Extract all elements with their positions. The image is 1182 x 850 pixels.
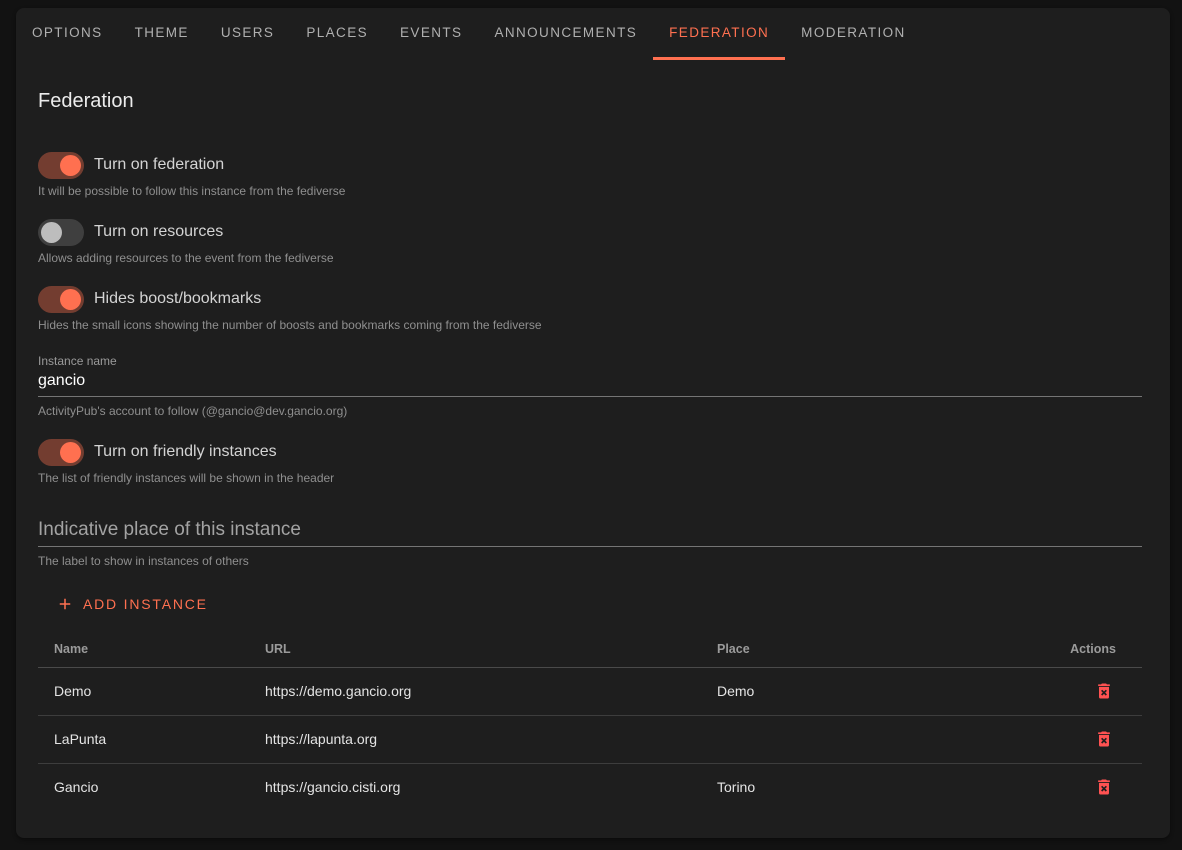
table-header-row: Name URL Place Actions bbox=[38, 632, 1142, 667]
instance-place-cell: Demo bbox=[701, 667, 991, 715]
instance-name-label: Instance name bbox=[38, 354, 1142, 368]
instance-place-field: The label to show in instances of others bbox=[38, 519, 1142, 568]
friendly-instances-toggle-knob bbox=[60, 442, 81, 463]
trash-delete-forever-icon bbox=[1094, 681, 1114, 701]
instance-name-field: Instance name ActivityPub's account to f… bbox=[38, 354, 1142, 418]
instance-name-hint: ActivityPub's account to follow (@gancio… bbox=[38, 405, 1142, 418]
plus-icon bbox=[56, 595, 74, 613]
column-header-place: Place bbox=[701, 632, 991, 667]
instance-row: Gancio https://gancio.cisti.org Torino bbox=[38, 763, 1142, 811]
friendly-instances-toggle-label: Turn on friendly instances bbox=[94, 443, 277, 461]
tab-moderation[interactable]: MODERATION bbox=[785, 8, 922, 60]
column-header-actions: Actions bbox=[991, 632, 1142, 667]
tab-announcements[interactable]: ANNOUNCEMENTS bbox=[478, 8, 653, 60]
instance-row: LaPunta https://lapunta.org bbox=[38, 715, 1142, 763]
delete-instance-button[interactable] bbox=[1092, 775, 1116, 799]
hide-boost-toggle[interactable] bbox=[38, 286, 84, 313]
tab-options[interactable]: OPTIONS bbox=[16, 8, 119, 60]
friendly-instances-toggle[interactable] bbox=[38, 439, 84, 466]
instance-url-cell: https://demo.gancio.org bbox=[249, 667, 701, 715]
instance-place-cell bbox=[701, 715, 991, 763]
federation-toggle[interactable] bbox=[38, 152, 84, 179]
tab-places[interactable]: PLACES bbox=[290, 8, 384, 60]
instance-place-cell: Torino bbox=[701, 763, 991, 811]
hide-boost-toggle-hint: Hides the small icons showing the number… bbox=[38, 319, 1142, 332]
federation-toggle-label: Turn on federation bbox=[94, 156, 224, 174]
instance-url-cell: https://lapunta.org bbox=[249, 715, 701, 763]
hide-boost-toggle-label: Hides boost/bookmarks bbox=[94, 290, 261, 308]
instance-name-cell: Demo bbox=[38, 667, 249, 715]
page-title: Federation bbox=[38, 90, 1142, 113]
delete-instance-button[interactable] bbox=[1092, 727, 1116, 751]
tab-theme[interactable]: THEME bbox=[119, 8, 205, 60]
federation-toggle-hint: It will be possible to follow this insta… bbox=[38, 185, 1142, 198]
instance-name-input[interactable] bbox=[38, 368, 1142, 397]
add-instance-button[interactable]: ADD INSTANCE bbox=[46, 590, 218, 618]
instance-name-cell: Gancio bbox=[38, 763, 249, 811]
hide-boost-toggle-knob bbox=[60, 289, 81, 310]
admin-tab-bar: OPTIONS THEME USERS PLACES EVENTS ANNOUN… bbox=[16, 8, 1170, 60]
resources-toggle-hint: Allows adding resources to the event fro… bbox=[38, 252, 1142, 265]
instance-place-hint: The label to show in instances of others bbox=[38, 555, 1142, 568]
resources-toggle-label: Turn on resources bbox=[94, 223, 223, 241]
trash-delete-forever-icon bbox=[1094, 777, 1114, 797]
federation-toggle-knob bbox=[60, 155, 81, 176]
trash-delete-forever-icon bbox=[1094, 729, 1114, 749]
delete-instance-button[interactable] bbox=[1092, 679, 1116, 703]
friendly-instances-toggle-hint: The list of friendly instances will be s… bbox=[38, 472, 1142, 485]
setting-friendly-instances: Turn on friendly instances The list of f… bbox=[38, 438, 1142, 485]
tab-events[interactable]: EVENTS bbox=[384, 8, 478, 60]
friendly-instances-table: Name URL Place Actions Demo https://demo… bbox=[38, 632, 1142, 811]
setting-hides-boost-bookmarks: Hides boost/bookmarks Hides the small ic… bbox=[38, 285, 1142, 332]
resources-toggle-knob bbox=[41, 222, 62, 243]
resources-toggle[interactable] bbox=[38, 219, 84, 246]
tab-federation[interactable]: FEDERATION bbox=[653, 8, 785, 60]
instance-place-input[interactable] bbox=[38, 519, 1142, 547]
column-header-name: Name bbox=[38, 632, 249, 667]
add-instance-button-label: ADD INSTANCE bbox=[83, 596, 208, 612]
setting-turn-on-resources: Turn on resources Allows adding resource… bbox=[38, 218, 1142, 265]
federation-settings-content: Federation Turn on federation It will be… bbox=[16, 60, 1170, 811]
instance-name-cell: LaPunta bbox=[38, 715, 249, 763]
tab-users[interactable]: USERS bbox=[205, 8, 291, 60]
instance-url-cell: https://gancio.cisti.org bbox=[249, 763, 701, 811]
column-header-url: URL bbox=[249, 632, 701, 667]
admin-panel-card: OPTIONS THEME USERS PLACES EVENTS ANNOUN… bbox=[16, 8, 1170, 838]
instance-row: Demo https://demo.gancio.org Demo bbox=[38, 667, 1142, 715]
setting-turn-on-federation: Turn on federation It will be possible t… bbox=[38, 151, 1142, 198]
